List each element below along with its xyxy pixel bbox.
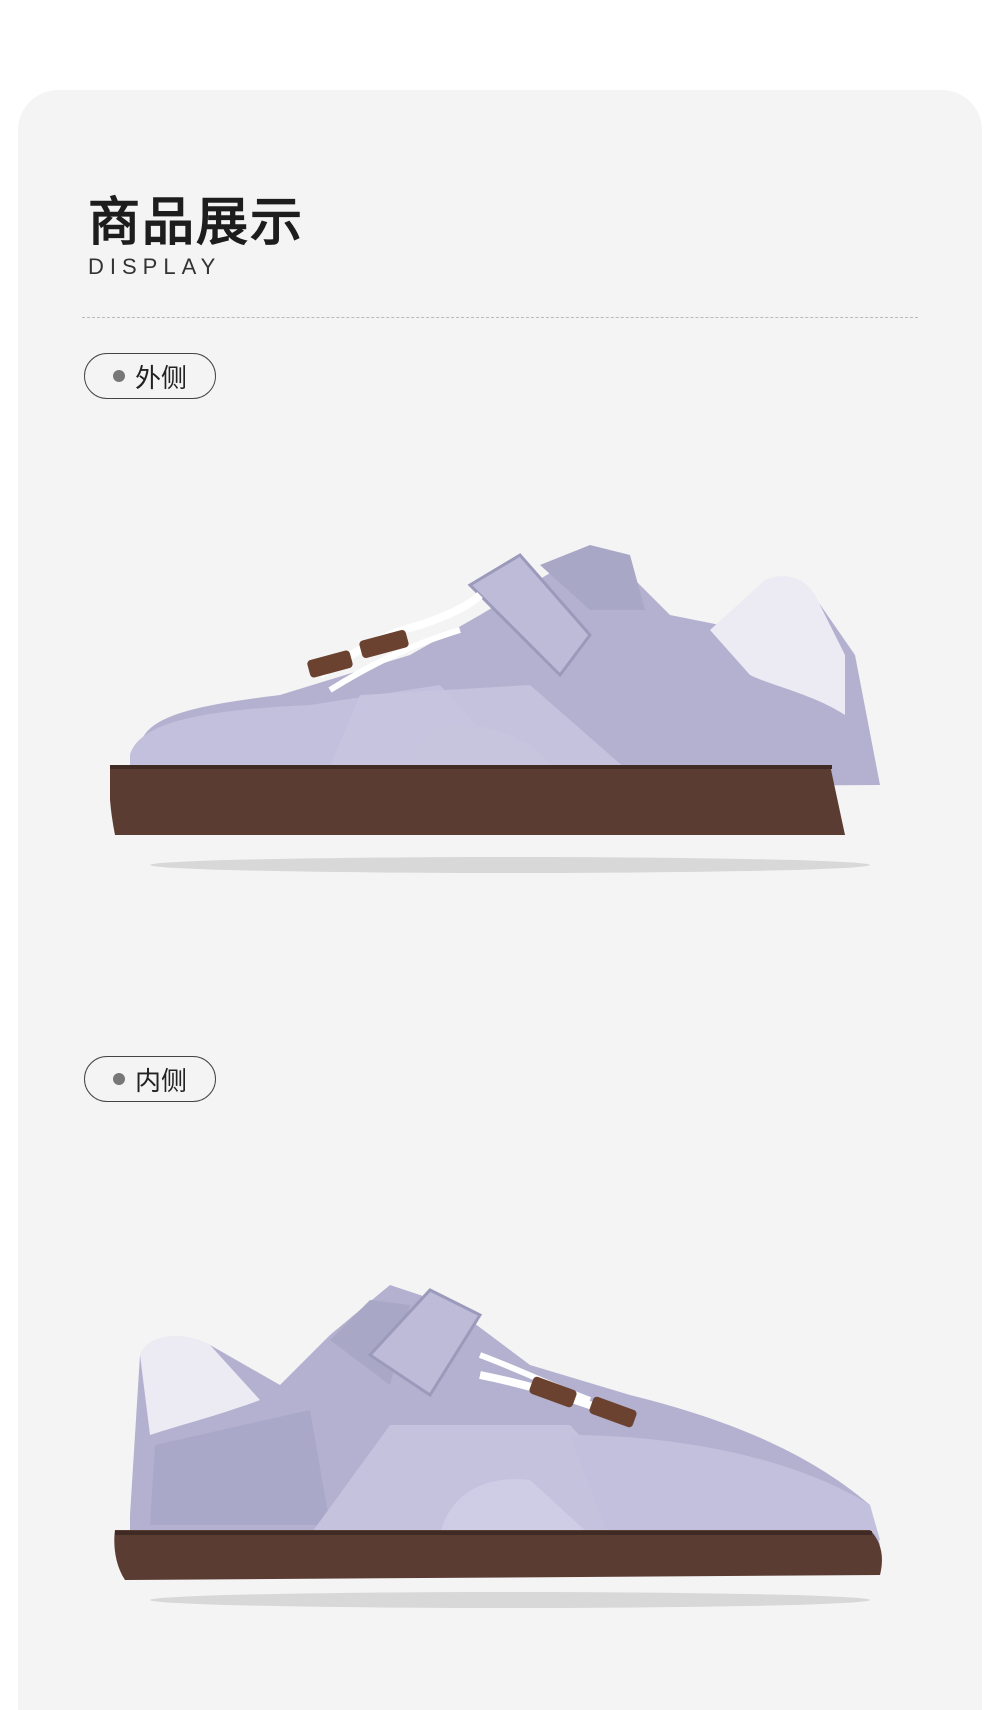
shoe-medial-image — [114, 1285, 882, 1608]
view-tag-label: 内侧 — [134, 1066, 187, 1097]
bullet-dot-icon — [112, 370, 125, 382]
view-tag-label: 外侧 — [134, 363, 187, 394]
section-subtitle: DISPLAY — [88, 254, 222, 279]
view-tag-medial: 内侧 — [84, 1056, 216, 1102]
view-tag-lateral: 外侧 — [84, 353, 216, 399]
bullet-dot-icon — [112, 1073, 125, 1085]
dashed-divider — [82, 317, 918, 318]
shoe-lateral-image — [110, 545, 880, 873]
section-title: 商品展示 — [88, 193, 305, 253]
